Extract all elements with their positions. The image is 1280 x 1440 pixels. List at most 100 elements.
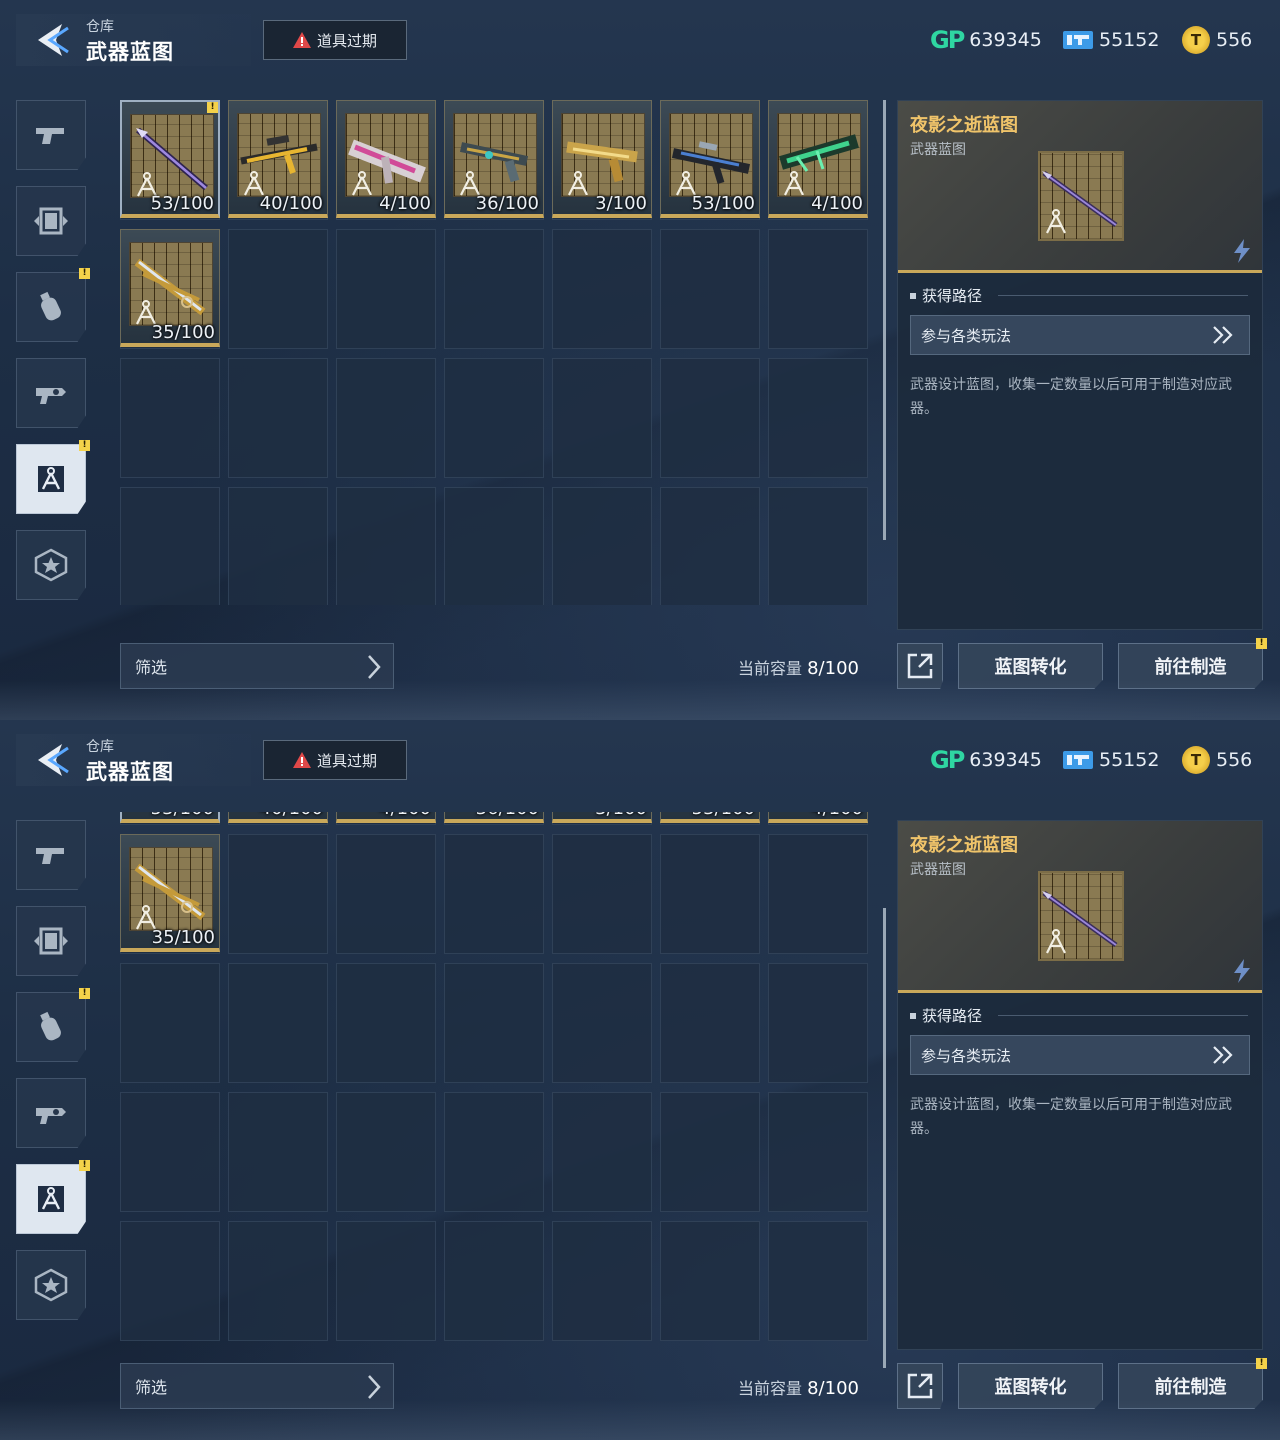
inventory-slot[interactable] (336, 358, 436, 478)
filter-button[interactable]: 筛选 (120, 1363, 394, 1409)
inventory-slot[interactable] (660, 963, 760, 1083)
blueprint-convert-button[interactable]: 蓝图转化 (958, 643, 1103, 689)
blueprint-item[interactable]: 35/100 (120, 834, 220, 952)
star-emblem-icon (34, 548, 68, 582)
sidebar-notification-badge: ! (79, 440, 90, 451)
inventory-slot[interactable] (444, 487, 544, 605)
inventory-slot[interactable] (552, 1221, 652, 1341)
item-expire-button[interactable]: 道具过期 (263, 740, 407, 780)
sidebar-tab-frame[interactable] (16, 906, 86, 976)
sidebar-tab-blueprint-compass[interactable] (16, 1164, 86, 1234)
source-button[interactable]: 参与各类玩法 (910, 1035, 1250, 1075)
blueprint-item[interactable]: 40/100 (228, 100, 328, 218)
inventory-slot[interactable] (444, 963, 544, 1083)
inventory-slot[interactable] (120, 1092, 220, 1212)
inventory-slot[interactable] (552, 229, 652, 349)
sidebar-tab-grenade[interactable] (16, 272, 86, 342)
blueprint-item[interactable]: 4/100 (768, 100, 868, 218)
inventory-slot[interactable] (444, 1221, 544, 1341)
inventory-slot[interactable] (336, 834, 436, 954)
inventory-slot[interactable] (120, 487, 220, 605)
inventory-slot[interactable] (552, 834, 652, 954)
inventory-slot[interactable] (552, 1092, 652, 1212)
sidebar-tab-pistol[interactable] (16, 100, 86, 170)
inventory-slot[interactable] (336, 963, 436, 1083)
capacity-label: 当前容量 (738, 659, 803, 678)
inventory-slot[interactable] (660, 834, 760, 954)
inventory-slot[interactable] (660, 1221, 760, 1341)
blueprint-item[interactable]: 3/100 (552, 100, 652, 218)
chevron-right-icon (368, 1375, 381, 1399)
sidebar-tab-star-emblem[interactable] (16, 530, 86, 600)
inventory-slot[interactable] (228, 963, 328, 1083)
inventory-slot[interactable] (660, 1092, 760, 1212)
inventory-scrollbar[interactable] (883, 100, 886, 540)
back-button[interactable] (32, 742, 72, 778)
inventory-slot[interactable] (336, 1221, 436, 1341)
inventory-slot[interactable] (444, 834, 544, 954)
inventory-slot[interactable] (768, 834, 868, 954)
inventory-slot[interactable] (660, 229, 760, 349)
inventory-slot[interactable] (768, 229, 868, 349)
inventory-slot[interactable] (660, 487, 760, 605)
sidebar-tab-grenade[interactable] (16, 992, 86, 1062)
go-craft-button[interactable]: 前往制造 (1118, 643, 1263, 689)
sidebar-tab-pistol[interactable] (16, 820, 86, 890)
open-external-button[interactable] (897, 1363, 943, 1409)
blueprint-item[interactable]: 4/100 (336, 100, 436, 218)
inventory-slot[interactable] (228, 229, 328, 349)
inventory-slot[interactable] (228, 1092, 328, 1212)
inventory-slot[interactable] (552, 487, 652, 605)
blueprint-item[interactable]: 53/100! (120, 812, 220, 823)
filter-button[interactable]: 筛选 (120, 643, 394, 689)
blueprint-item[interactable]: 36/100 (444, 812, 544, 823)
inventory-slot[interactable] (444, 358, 544, 478)
blueprint-item[interactable]: 53/100 (660, 100, 760, 218)
detail-blueprint-image (1038, 151, 1124, 241)
open-external-button[interactable] (897, 643, 943, 689)
inventory-slot[interactable] (228, 358, 328, 478)
go-craft-button[interactable]: 前往制造 (1118, 1363, 1263, 1409)
sidebar-tab-frame[interactable] (16, 186, 86, 256)
sidebar-tab-gun-parts[interactable] (16, 358, 86, 428)
sidebar-tab-star-emblem[interactable] (16, 1250, 86, 1320)
inventory-slot[interactable] (444, 229, 544, 349)
inventory-slot[interactable] (768, 963, 868, 1083)
sidebar-tab-gun-parts[interactable] (16, 1078, 86, 1148)
blueprint-item[interactable]: 4/100 (336, 812, 436, 823)
inventory-slot[interactable] (552, 358, 652, 478)
blueprint-item[interactable]: 4/100 (768, 812, 868, 823)
inventory-slot[interactable] (120, 358, 220, 478)
coin-icon: T (1182, 26, 1210, 54)
inventory-slot[interactable] (552, 963, 652, 1083)
back-button[interactable] (32, 22, 72, 58)
blueprint-item[interactable]: 40/100 (228, 812, 328, 823)
inventory-slot[interactable] (120, 1221, 220, 1341)
inventory-scrollbar[interactable] (883, 908, 886, 1368)
inventory-slot[interactable] (120, 963, 220, 1083)
inventory-slot[interactable] (768, 1221, 868, 1341)
blueprint-item[interactable]: 53/100 (660, 812, 760, 823)
inventory-slot[interactable] (228, 487, 328, 605)
inventory-slot[interactable] (660, 358, 760, 478)
blueprint-item[interactable]: 35/100 (120, 229, 220, 347)
blueprint-item[interactable]: 36/100 (444, 100, 544, 218)
blueprint-item[interactable]: 53/100! (120, 100, 220, 218)
sidebar-tab-blueprint-compass[interactable] (16, 444, 86, 514)
inventory-slot[interactable] (768, 487, 868, 605)
inventory-slot[interactable] (228, 1221, 328, 1341)
inventory-slot[interactable] (768, 1092, 868, 1212)
item-expire-button[interactable]: 道具过期 (263, 20, 407, 60)
blueprint-item[interactable]: 3/100 (552, 812, 652, 823)
blueprint-convert-button[interactable]: 蓝图转化 (958, 1363, 1103, 1409)
inventory-slot[interactable] (228, 834, 328, 954)
inventory-slot[interactable] (336, 487, 436, 605)
ticket-value: 55152 (1099, 749, 1160, 771)
double-chevron-right-icon (1213, 326, 1233, 344)
inventory-slot[interactable] (768, 358, 868, 478)
inventory-slot[interactable] (336, 229, 436, 349)
source-button[interactable]: 参与各类玩法 (910, 315, 1250, 355)
inventory-slot[interactable] (444, 1092, 544, 1212)
external-link-icon (907, 1373, 933, 1399)
inventory-slot[interactable] (336, 1092, 436, 1212)
